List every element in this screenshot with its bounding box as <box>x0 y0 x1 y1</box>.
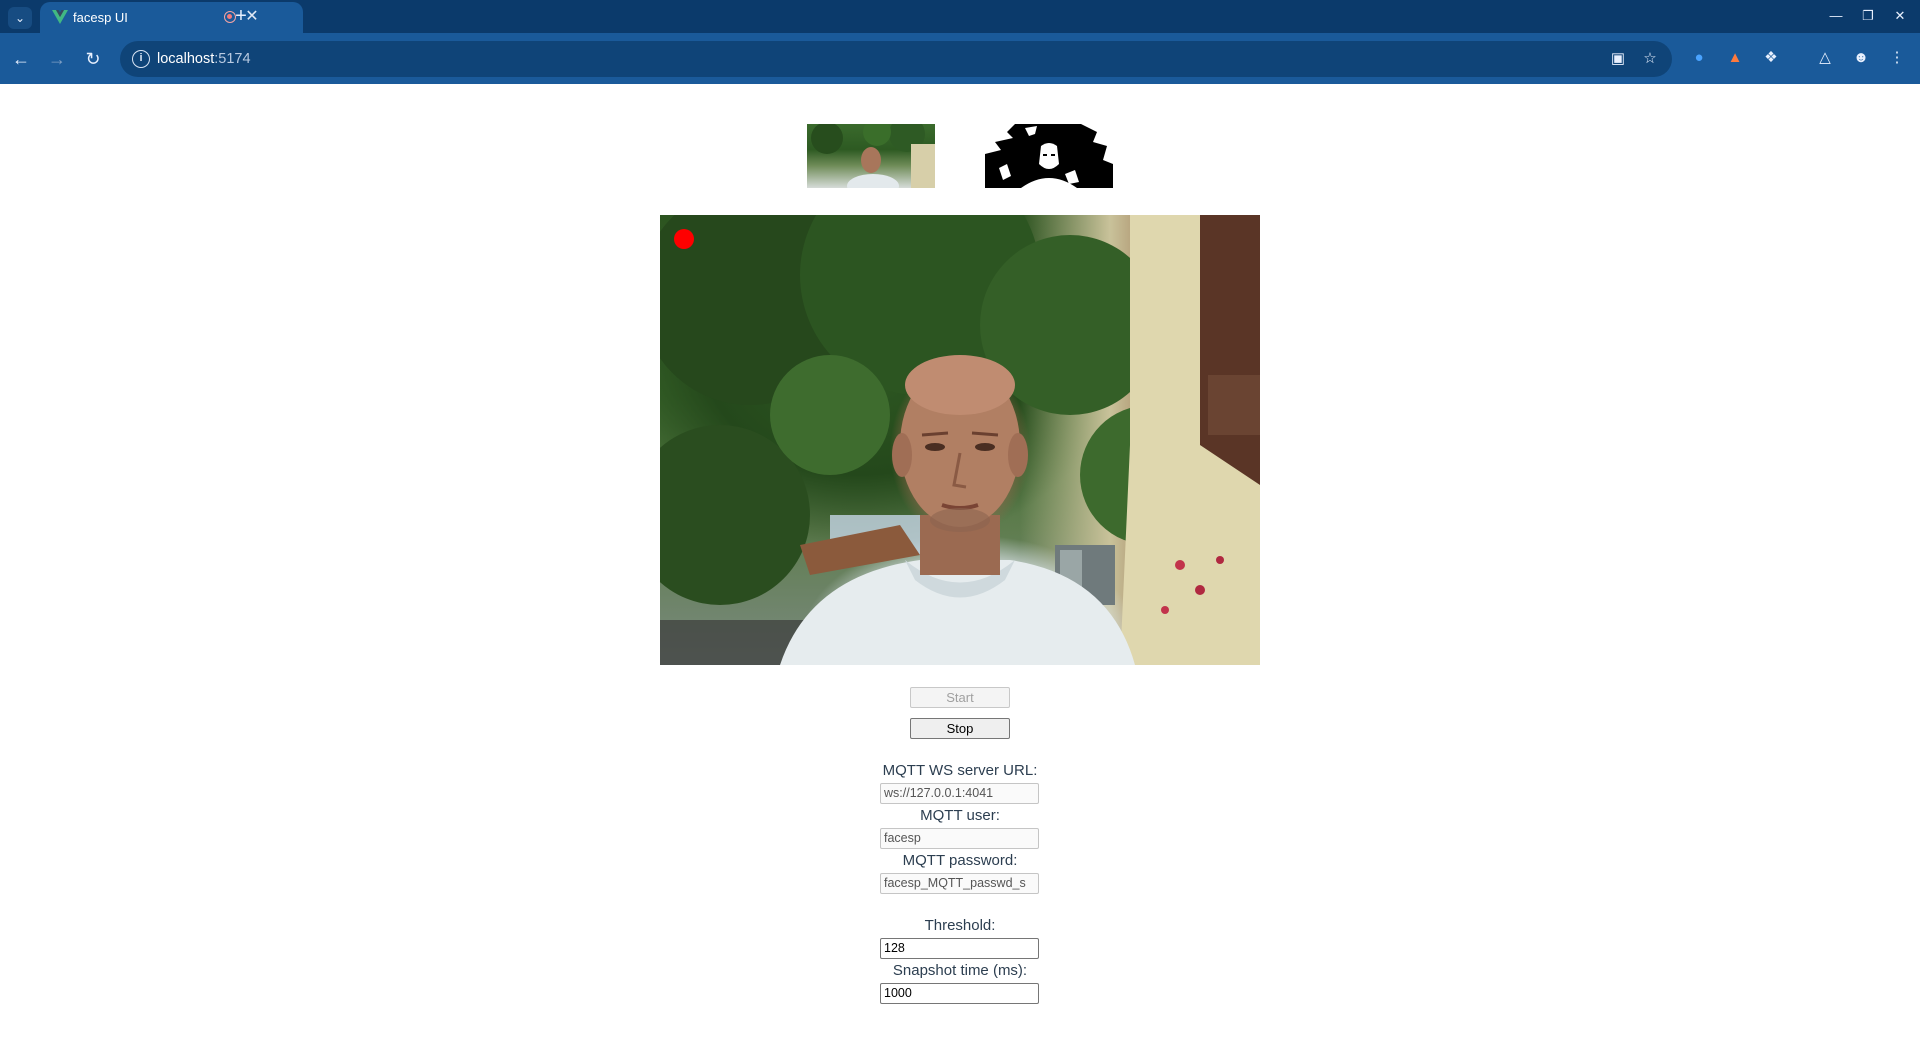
page-content: Start Stop MQTT WS server URL: ws://127.… <box>0 84 1920 1044</box>
extension-glasses-icon[interactable]: ● <box>1686 45 1712 71</box>
bookmark-star-icon[interactable]: ☆ <box>1639 48 1661 70</box>
new-tab-plus-icon[interactable]: + <box>229 4 253 28</box>
snapshot-preview <box>807 124 935 188</box>
tab-search-chevron-down-icon[interactable]: ⌄ <box>8 7 32 29</box>
mqtt-url-field[interactable]: ws://127.0.0.1:4041 <box>880 783 1039 804</box>
reload-icon[interactable]: ↻ <box>80 46 106 72</box>
minimize-icon[interactable]: — <box>1824 4 1848 28</box>
back-arrow-left-icon[interactable]: ← <box>8 46 34 72</box>
mqtt-user-field[interactable]: facesp <box>880 828 1039 849</box>
profile-person-icon[interactable]: ☻ <box>1848 45 1874 71</box>
extension-fox-icon[interactable]: ▲ <box>1722 45 1748 71</box>
window-close-icon[interactable]: ✕ <box>1888 4 1912 28</box>
mqtt-url-label: MQTT WS server URL: <box>882 762 1038 779</box>
snapshot-time-input[interactable]: 1000 <box>880 983 1039 1004</box>
address-bar[interactable]: i localhost:5174 ▣ ☆ <box>120 41 1672 77</box>
url-text[interactable]: localhost:5174 <box>157 41 251 77</box>
stop-button[interactable]: Stop <box>910 718 1010 739</box>
site-info-icon[interactable]: i <box>132 50 150 68</box>
mqtt-password-label: MQTT password: <box>902 852 1018 869</box>
snapshot-time-label: Snapshot time (ms): <box>892 962 1028 979</box>
threshold-input[interactable]: 128 <box>880 938 1039 959</box>
labs-flask-icon[interactable]: △ <box>1812 45 1838 71</box>
start-button[interactable]: Start <box>910 687 1010 708</box>
camera-image <box>660 215 1260 665</box>
menu-kebab-icon[interactable]: ⋮ <box>1884 45 1910 71</box>
restore-icon[interactable]: ❐ <box>1856 4 1880 28</box>
recording-indicator <box>674 229 694 249</box>
tab-strip: ⌄ facesp UI ✕ + — ❐ ✕ <box>0 0 1920 33</box>
extensions-puzzle-icon[interactable]: ❖ <box>1758 45 1784 71</box>
browser-toolbar: ← → ↻ i localhost:5174 ▣ ☆ ● ▲ ❖ △ ☻ ⋮ <box>0 33 1920 84</box>
forward-arrow-right-icon[interactable]: → <box>44 46 70 72</box>
threshold-label: Threshold: <box>924 917 996 934</box>
tab-facesp-ui[interactable]: facesp UI ✕ <box>40 2 303 33</box>
camera-icon[interactable]: ▣ <box>1607 48 1629 70</box>
threshold-preview <box>985 124 1113 188</box>
mqtt-password-field[interactable]: facesp_MQTT_passwd_s <box>880 873 1039 894</box>
camera-feed <box>660 215 1260 665</box>
vue-logo-icon <box>52 10 68 24</box>
threshold-image <box>985 124 1113 188</box>
tab-title: facesp UI <box>73 10 128 25</box>
snapshot-image <box>811 124 935 188</box>
mqtt-user-label: MQTT user: <box>920 807 1000 824</box>
